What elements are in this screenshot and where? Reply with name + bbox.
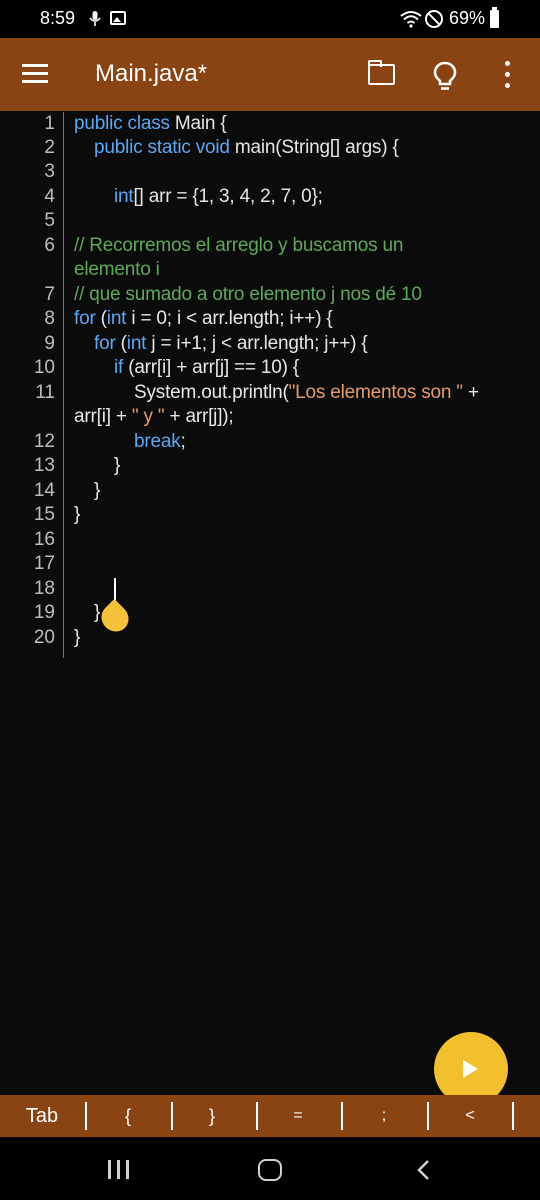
code-line-4: int[] arr = {1, 3, 4, 2, 7, 0}; <box>114 186 323 207</box>
line-number: 17 <box>33 553 55 574</box>
key-separator <box>341 1102 343 1130</box>
wifi-icon <box>400 11 422 28</box>
line-number: 1 <box>44 113 55 134</box>
code-line-1: public class Main { <box>74 113 227 134</box>
line-number: 18 <box>33 578 55 599</box>
key-less-than[interactable]: < <box>452 1095 488 1137</box>
file-title: Main.java* <box>95 60 208 87</box>
code-line-8: for (int i = 0; i < arr.length; i++) { <box>74 308 333 329</box>
line-number: 3 <box>44 161 55 182</box>
code-line-10: if (arr[i] + arr[j] == 10) { <box>114 357 300 378</box>
more-vert-icon[interactable] <box>500 61 516 89</box>
key-open-brace[interactable]: { <box>110 1095 146 1137</box>
key-close-brace[interactable]: } <box>194 1095 230 1137</box>
line-number: 5 <box>44 210 55 231</box>
line-number: 12 <box>33 431 55 452</box>
recents-icon[interactable] <box>108 1160 130 1179</box>
status-time: 8:59 <box>40 8 76 28</box>
line-number: 19 <box>33 602 55 623</box>
key-separator <box>171 1102 173 1130</box>
key-separator <box>512 1102 514 1130</box>
code-line-20: } <box>74 627 81 648</box>
code-line-13: } <box>114 455 121 476</box>
line-number: 4 <box>44 186 55 207</box>
line-number: 9 <box>44 333 55 354</box>
code-line-7: // que sumado a otro elemento j nos dé 1… <box>74 284 422 305</box>
code-line-11: System.out.println("Los elementos son " … <box>134 382 479 403</box>
status-bar: 8:59 69% <box>0 0 540 38</box>
lightbulb-icon[interactable] <box>432 60 458 92</box>
code-line-6-wrap: elemento i <box>74 259 160 280</box>
code-line-6: // Recorremos el arreglo y buscamos un <box>74 235 404 256</box>
code-line-11-wrap: arr[i] + " y " + arr[j]); <box>74 406 234 427</box>
key-equals[interactable]: = <box>280 1095 316 1137</box>
code-line-12: break; <box>134 431 186 452</box>
key-separator <box>427 1102 429 1130</box>
battery-icon <box>490 7 499 28</box>
line-number: 7 <box>44 284 55 305</box>
code-line-14: } <box>94 480 101 501</box>
battery-percent: 69% <box>449 8 486 28</box>
line-number: 13 <box>33 455 55 476</box>
line-number: 20 <box>33 627 55 648</box>
symbol-keybar: Tab { } = ; < <box>0 1095 540 1137</box>
folder-icon[interactable] <box>368 60 395 85</box>
code-line-19: } <box>94 602 101 623</box>
key-separator <box>256 1102 258 1130</box>
code-line-15: } <box>74 504 81 525</box>
key-tab[interactable]: Tab <box>18 1095 66 1137</box>
line-number: 14 <box>33 480 55 501</box>
back-icon[interactable] <box>414 1159 434 1181</box>
menu-icon[interactable] <box>22 64 48 84</box>
line-number: 10 <box>33 357 55 378</box>
line-number: 8 <box>44 308 55 329</box>
line-number: 2 <box>44 137 55 158</box>
key-separator <box>85 1102 87 1130</box>
line-number: 16 <box>33 529 55 550</box>
gallery-icon <box>110 11 126 25</box>
gutter-divider <box>63 112 64 658</box>
app-toolbar: Main.java* <box>0 38 540 111</box>
mic-icon <box>89 11 101 26</box>
play-icon <box>463 1060 478 1078</box>
line-number: 6 <box>44 235 55 256</box>
home-icon[interactable] <box>258 1159 282 1181</box>
line-number: 11 <box>35 382 55 403</box>
code-line-9: for (int j = i+1; j < arr.length; j++) { <box>94 333 368 354</box>
system-nav-bar <box>0 1137 540 1200</box>
code-line-2: public static void main(String[] args) { <box>94 137 399 158</box>
do-not-disturb-icon <box>425 10 443 28</box>
key-semicolon[interactable]: ; <box>366 1095 402 1137</box>
line-number: 15 <box>33 504 55 525</box>
